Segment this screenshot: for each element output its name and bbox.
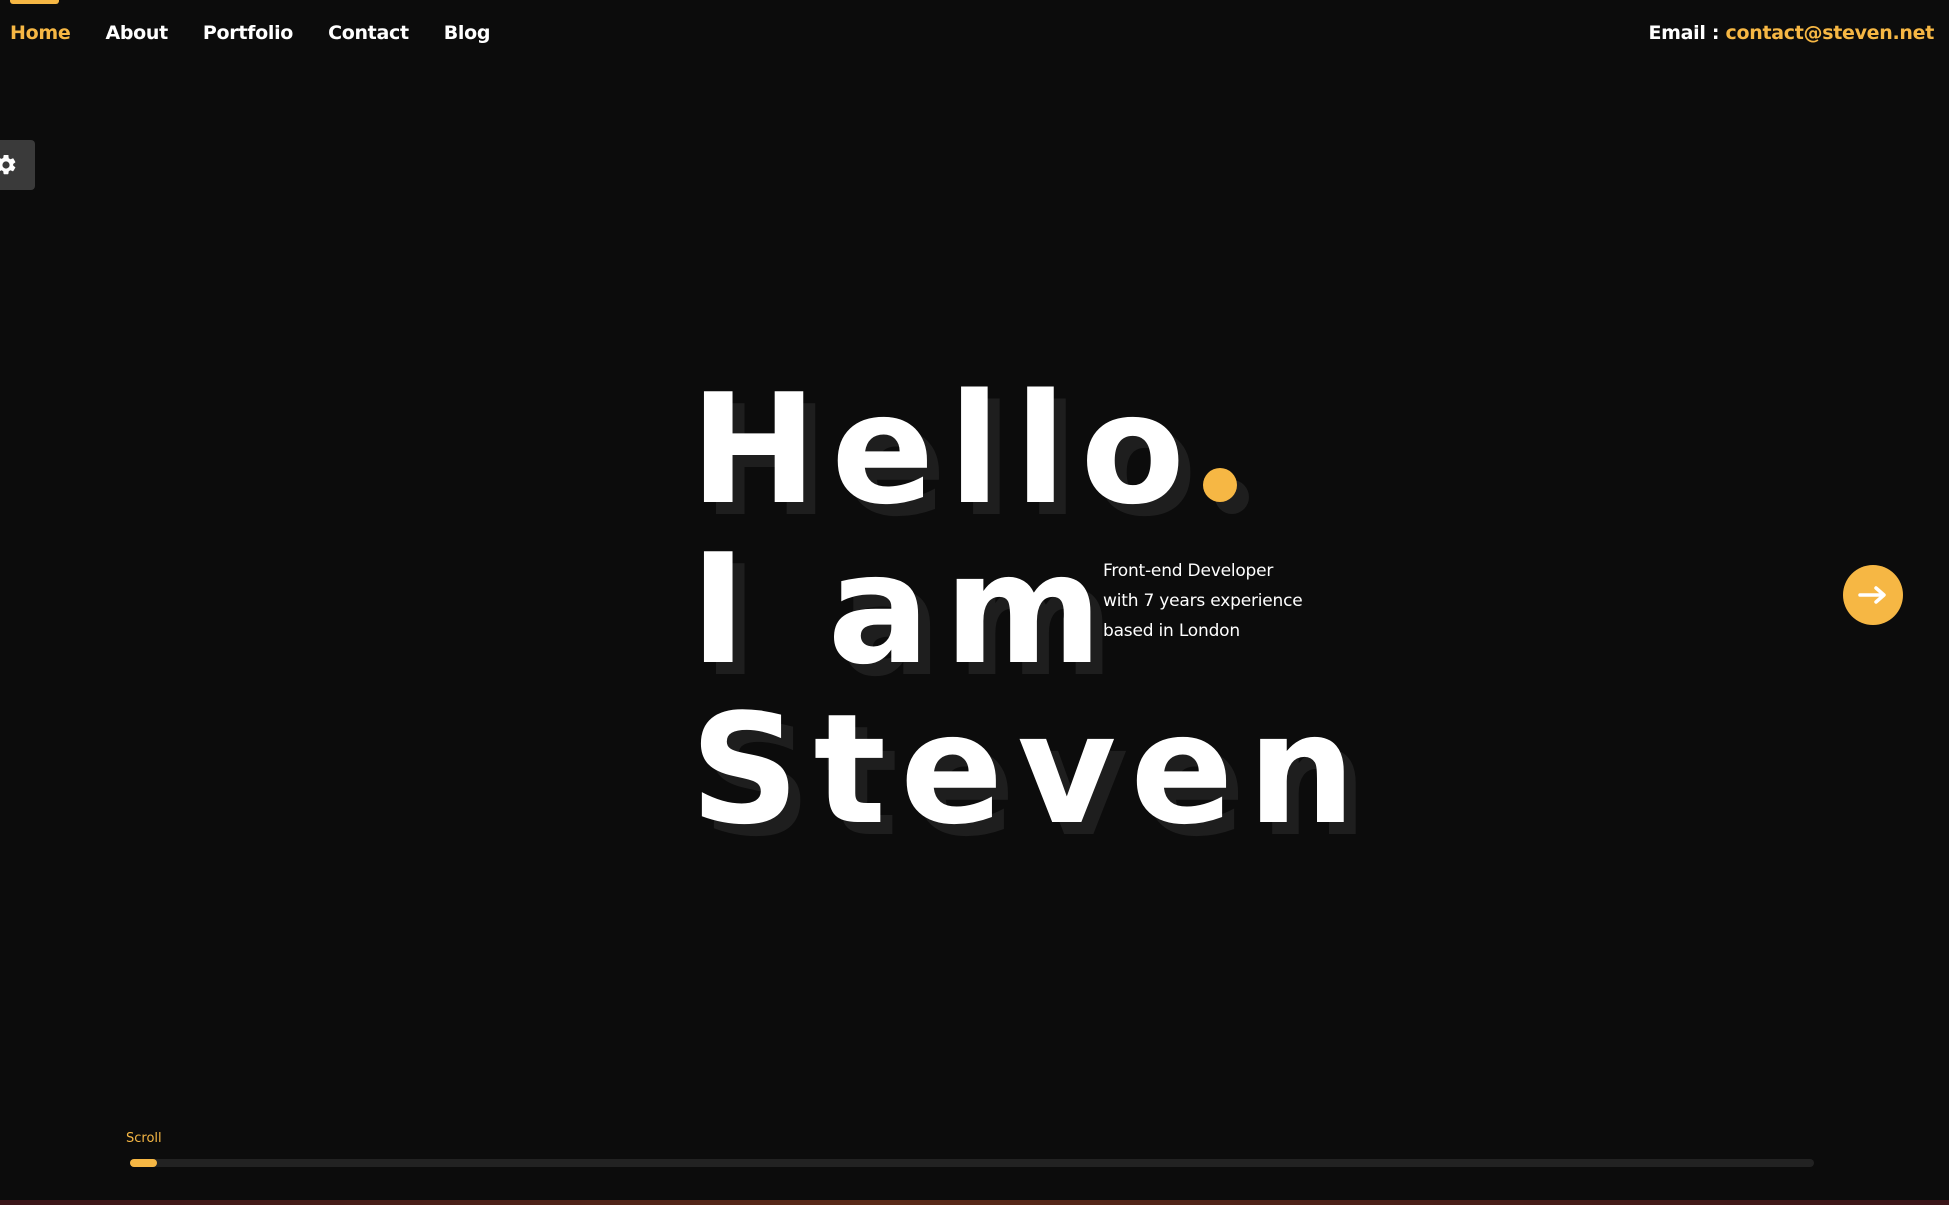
next-section-button[interactable] [1843, 565, 1903, 625]
accent-dot [1202, 468, 1237, 502]
gear-icon [0, 154, 16, 175]
nav-item-contact[interactable]: Contact [328, 22, 409, 44]
header-email: Email : contact@steven.net [1648, 22, 1934, 44]
tagline-line: based in London [1103, 621, 1240, 641]
hero-tagline: Front-end Developer with 7 years experie… [1103, 556, 1303, 646]
hero-line-name: Steven [690, 681, 1370, 858]
settings-toggle-button[interactable] [0, 140, 35, 190]
arrow-right-icon [1858, 586, 1886, 604]
tagline-line: Front-end Developer [1103, 561, 1274, 581]
hero-line-hello: Hello [690, 370, 1390, 530]
scroll-progress-thumb[interactable] [130, 1159, 157, 1167]
page: Home About Portfolio Contact Blog Email … [0, 0, 1949, 1205]
tagline-line: with 7 years experience [1103, 591, 1303, 611]
nav-item-portfolio[interactable]: Portfolio [203, 22, 293, 44]
scroll-progress-track[interactable] [130, 1159, 1814, 1167]
active-nav-indicator [10, 0, 59, 4]
bottom-edge-strip [0, 1200, 1949, 1205]
hero-hello-text: Hello [690, 361, 1199, 538]
email-label: Email : [1648, 22, 1720, 44]
nav-item-blog[interactable]: Blog [444, 22, 491, 44]
nav-item-home[interactable]: Home [10, 22, 71, 44]
email-link[interactable]: contact@steven.net [1726, 22, 1935, 44]
scroll-label: Scroll [126, 1131, 162, 1146]
nav-item-about[interactable]: About [105, 22, 168, 44]
main-nav: Home About Portfolio Contact Blog [10, 22, 491, 44]
